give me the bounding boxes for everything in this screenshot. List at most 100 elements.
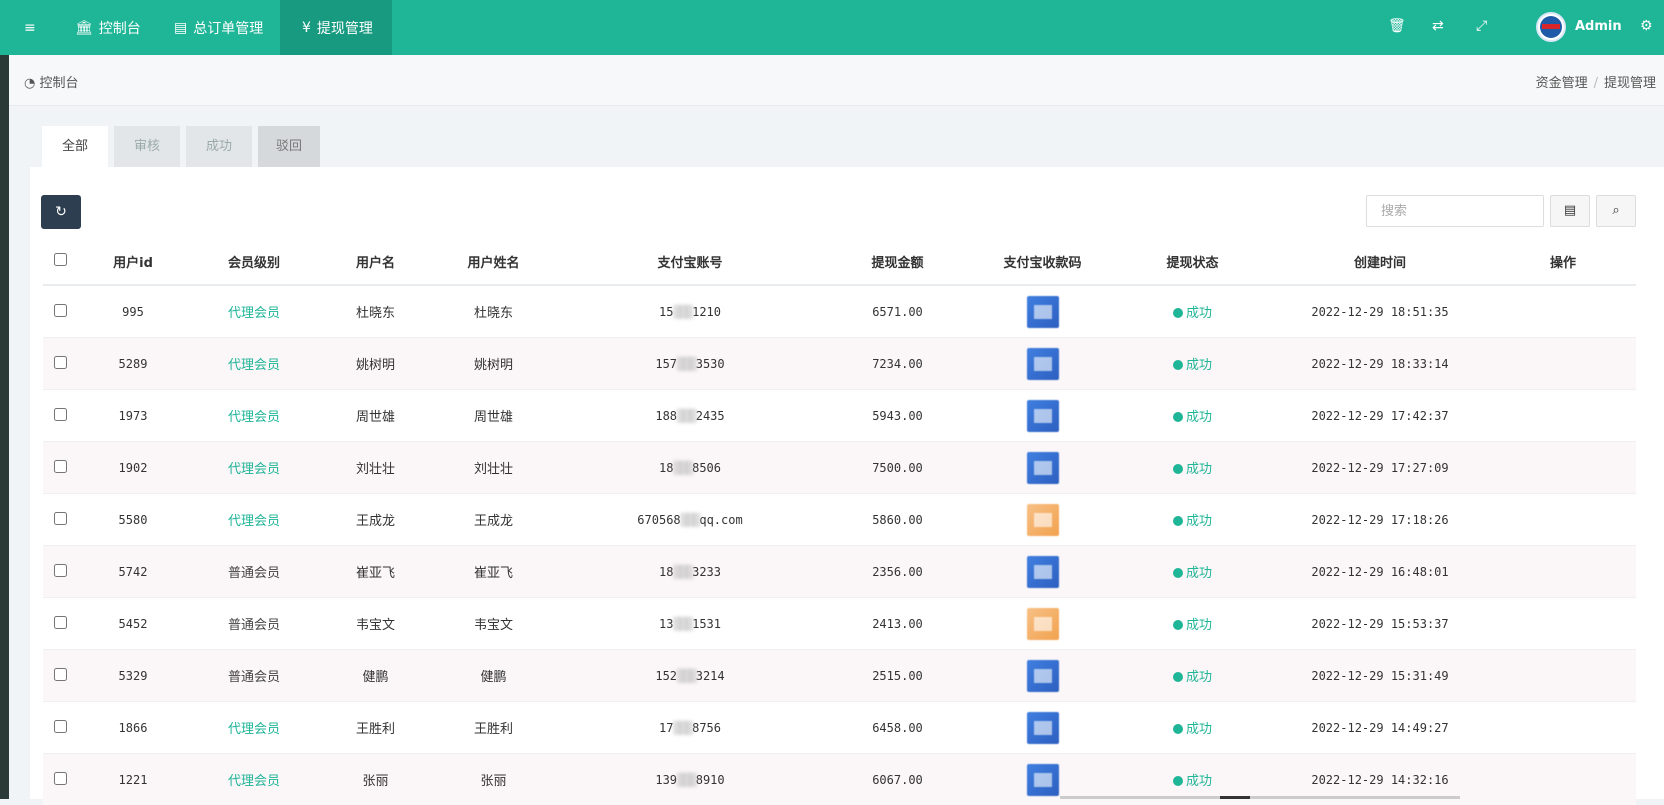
top-navbar: ≡ 🏛 控制台 ▤ 总订单管理 ¥ 提现管理 🗑 ⇄ ⤢ Admin ⚙ [0,0,1664,55]
account-prefix: 18 [659,565,673,579]
row-checkbox[interactable] [54,720,67,733]
cell-amount: 6458.00 [825,702,970,754]
cell-username: 姚树明 [319,338,432,390]
search-button[interactable]: ⌕ [1596,195,1636,227]
col-amount[interactable]: 提现金额 [825,238,970,285]
row-checkbox[interactable] [54,460,67,473]
qr-code-thumbnail[interactable] [1027,504,1059,536]
fullscreen-icon[interactable]: ⤢ [1476,18,1487,34]
account-suffix: 1210 [692,305,721,319]
qr-code-thumbnail[interactable] [1027,556,1059,588]
cell-status: 成功 [1115,546,1270,598]
translate-icon[interactable]: ⇄ [1432,18,1444,34]
row-checkbox[interactable] [54,408,67,421]
col-alipay-account[interactable]: 支付宝账号 [555,238,825,285]
cell-alipay-account: 18▒▒▒8506 [555,442,825,494]
cell-actions [1490,442,1636,494]
account-prefix: 670568 [637,513,680,527]
row-checkbox[interactable] [54,616,67,629]
tab-all[interactable]: 全部 [42,126,108,167]
tab-review[interactable]: 审核 [114,126,180,167]
table-row: 1973代理会员周世雄周世雄188▒▒▒24355943.00成功2022-12… [43,390,1636,442]
row-checkbox[interactable] [54,512,67,525]
cell-amount: 7234.00 [825,338,970,390]
select-all-checkbox[interactable] [54,253,67,266]
left-sidebar-strip [0,0,9,799]
cell-real-name: 王成龙 [432,494,555,546]
row-checkbox[interactable] [54,564,67,577]
account-masked: ▒▒▒ [673,617,692,631]
account-masked: ▒▒▒ [681,513,700,527]
cell-status: 成功 [1115,650,1270,702]
trash-icon[interactable]: 🗑 [1388,18,1406,34]
cell-amount: 2413.00 [825,598,970,650]
account-prefix: 17 [659,721,673,735]
breadcrumb-home[interactable]: ◔ 控制台 [24,72,79,91]
cell-status: 成功 [1115,338,1270,390]
cell-user-id: 5452 [77,598,189,650]
nav-orders[interactable]: ▤ 总订单管理 [174,0,263,55]
status-dot-icon [1173,568,1183,578]
col-real-name[interactable]: 用户姓名 [432,238,555,285]
col-created-time[interactable]: 创建时间 [1270,238,1490,285]
row-checkbox[interactable] [54,772,67,785]
account-suffix: 3530 [696,357,725,371]
account-masked: ▒▒▒ [677,773,696,787]
cell-status: 成功 [1115,598,1270,650]
qr-code-thumbnail[interactable] [1027,764,1059,796]
cell-member-level: 普通会员 [189,598,319,650]
nav-withdraw[interactable]: ¥ 提现管理 [280,0,392,55]
cell-qr-code [970,390,1115,442]
cell-user-id: 5580 [77,494,189,546]
status-badge: 成功 [1186,514,1212,529]
qr-code-thumbnail[interactable] [1027,712,1059,744]
yen-icon: ¥ [302,20,311,36]
col-status[interactable]: 提现状态 [1115,238,1270,285]
refresh-button[interactable]: ↻ [41,195,81,229]
col-user-id[interactable]: 用户id [77,238,189,285]
cell-user-id: 1866 [77,702,189,754]
table-header: 用户id 会员级别 用户名 用户姓名 支付宝账号 提现金额 支付宝收款码 提现状… [43,238,1636,285]
qr-code-thumbnail[interactable] [1027,452,1059,484]
search-input[interactable] [1366,195,1544,227]
qr-code-thumbnail[interactable] [1027,348,1059,380]
cell-real-name: 刘壮壮 [432,442,555,494]
account-suffix: 8910 [696,773,725,787]
cell-real-name: 张丽 [432,754,555,805]
avatar[interactable] [1536,12,1566,42]
qr-code-thumbnail[interactable] [1027,400,1059,432]
cell-member-level: 代理会员 [189,442,319,494]
table-row: 1902代理会员刘壮壮刘壮壮18▒▒▒85067500.00成功2022-12-… [43,442,1636,494]
search-icon: ⌕ [1612,203,1619,218]
col-username[interactable]: 用户名 [319,238,432,285]
columns-button[interactable]: ▤ [1550,195,1590,227]
cell-alipay-account: 18▒▒▒3233 [555,546,825,598]
row-checkbox[interactable] [54,668,67,681]
tab-rejected[interactable]: 驳回 [258,126,320,167]
qr-code-thumbnail[interactable] [1027,296,1059,328]
gears-icon[interactable]: ⚙ [1640,18,1653,34]
cell-username: 张丽 [319,754,432,805]
cell-actions [1490,390,1636,442]
cell-username: 健鹏 [319,650,432,702]
col-qr-code[interactable]: 支付宝收款码 [970,238,1115,285]
account-prefix: 15 [659,305,673,319]
table-row: 995代理会员杜晓东杜晓东15▒▒▒12106571.00成功2022-12-2… [43,285,1636,338]
cell-qr-code [970,598,1115,650]
user-name[interactable]: Admin [1575,19,1622,34]
table-row: 5329普通会员健鹏健鹏152▒▒▒32142515.00成功2022-12-2… [43,650,1636,702]
qr-code-thumbnail[interactable] [1027,660,1059,692]
row-checkbox[interactable] [54,356,67,369]
qr-code-thumbnail[interactable] [1027,608,1059,640]
cell-username: 王成龙 [319,494,432,546]
menu-icon[interactable]: ≡ [24,0,44,55]
row-checkbox[interactable] [54,304,67,317]
status-badge: 成功 [1186,774,1212,789]
status-dot-icon [1173,360,1183,370]
tab-success[interactable]: 成功 [186,126,252,167]
breadcrumb-item-funds[interactable]: 资金管理 [1536,76,1588,91]
col-member-level[interactable]: 会员级别 [189,238,319,285]
account-suffix: 8756 [692,721,721,735]
nav-dashboard[interactable]: 🏛 控制台 [75,0,141,55]
cell-username: 杜晓东 [319,285,432,338]
